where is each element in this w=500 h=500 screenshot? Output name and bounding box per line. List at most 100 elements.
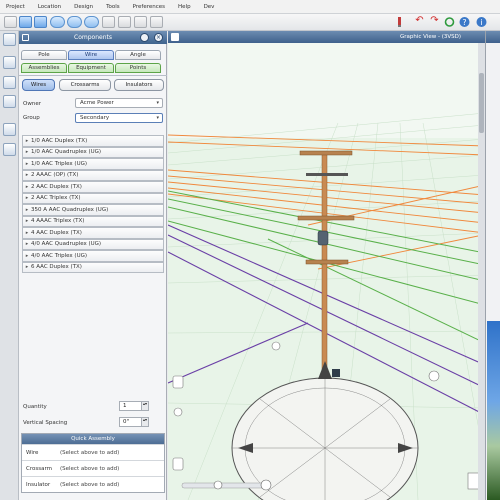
- list-item[interactable]: ▸ 4/0 AAC Triplex (UG): [22, 250, 164, 262]
- list-item[interactable]: ▸ 2 AAC Triplex (TX): [22, 192, 164, 204]
- list-item[interactable]: ▸ 350 A AAC Quadruplex (UG): [22, 204, 164, 216]
- expand-icon[interactable]: ▸: [23, 138, 31, 144]
- divider: [19, 75, 167, 76]
- close-panel-button[interactable]: ×: [154, 33, 163, 42]
- chevron-down-icon: ▾: [156, 100, 159, 106]
- new-file-icon[interactable]: [4, 16, 17, 28]
- svg-text:?: ?: [462, 18, 466, 27]
- layers-icon[interactable]: [118, 16, 131, 28]
- scene-3d[interactable]: [168, 43, 485, 500]
- expand-icon[interactable]: ▸: [23, 264, 31, 270]
- menu-project[interactable]: Project: [6, 4, 25, 10]
- marker-icon[interactable]: [396, 16, 404, 28]
- owner-value: Acme Power: [80, 100, 114, 106]
- menu-design[interactable]: Design: [74, 4, 93, 10]
- menu-preferences[interactable]: Preferences: [133, 4, 165, 10]
- expand-icon[interactable]: ▸: [23, 230, 31, 236]
- right-panel-header: [486, 31, 500, 43]
- quick-assembly-row[interactable]: Insulator (Select above to add): [22, 476, 164, 492]
- list-item[interactable]: ▸ 1/0 AAC Duplex (TX): [22, 135, 164, 147]
- components-panel-header: Components ×: [19, 31, 167, 44]
- list-item[interactable]: ▸ 2 AAC Duplex (TX): [22, 181, 164, 193]
- cloud-upload-icon[interactable]: [50, 16, 65, 28]
- measure-tool-icon[interactable]: [3, 123, 16, 136]
- tab-points[interactable]: Points: [115, 63, 161, 73]
- expand-icon[interactable]: ▸: [23, 172, 31, 178]
- quick-assembly-row[interactable]: Wire (Select above to add): [22, 444, 164, 460]
- undo-icon[interactable]: ↶: [413, 16, 426, 28]
- cloud-download-icon[interactable]: [67, 16, 82, 28]
- help-icon[interactable]: ?: [458, 16, 471, 28]
- menu-toggle-icon[interactable]: [3, 33, 16, 46]
- list-item[interactable]: ▸ 4 AAC Duplex (TX): [22, 227, 164, 239]
- tab-wire[interactable]: Wire: [68, 50, 114, 60]
- expand-icon[interactable]: ▸: [23, 241, 31, 247]
- quick-assembly-title: Quick Assembly: [22, 434, 164, 444]
- subtab-crossarms[interactable]: Crossarms: [59, 79, 111, 91]
- refresh-icon[interactable]: [443, 16, 456, 28]
- group-label: Group: [23, 115, 40, 121]
- redo-icon[interactable]: ↷: [428, 16, 441, 28]
- refresh-panel-icon[interactable]: [140, 33, 149, 42]
- view-menu-icon[interactable]: [171, 33, 179, 41]
- tab-angle[interactable]: Angle: [115, 50, 161, 60]
- quantity-stepper[interactable]: 1 ▴▾: [119, 401, 149, 411]
- site-photo[interactable]: [487, 321, 500, 500]
- edit-tool-icon[interactable]: [3, 95, 16, 108]
- right-side-panel: [485, 31, 500, 500]
- svg-text:i: i: [480, 18, 482, 27]
- open-folder-icon[interactable]: [19, 16, 32, 28]
- menu-dev[interactable]: Dev: [204, 4, 215, 10]
- settings-icon[interactable]: [150, 16, 163, 28]
- pin-icon[interactable]: [22, 34, 29, 41]
- menu-bar: Project Location Design Tools Preference…: [0, 0, 500, 14]
- expand-icon[interactable]: ▸: [23, 184, 31, 190]
- save-icon[interactable]: [34, 16, 47, 28]
- list-item[interactable]: ▸ 6 AAC Duplex (TX): [22, 261, 164, 273]
- owner-select[interactable]: Acme Power ▾: [75, 98, 163, 108]
- view-scrollbar-thumb[interactable]: [479, 73, 484, 133]
- list-item[interactable]: ▸ 1/0 AAC Triplex (UG): [22, 158, 164, 170]
- span-tool-icon[interactable]: [3, 76, 16, 89]
- graphic-view-title: Graphic View - (3VSD): [400, 34, 461, 40]
- expand-icon[interactable]: ▸: [23, 149, 31, 155]
- wire-list: ▸ 1/0 AAC Duplex (TX) ▸ 1/0 AAC Quadruplex…: [22, 135, 164, 273]
- quick-assembly-row[interactable]: Crossarm (Select above to add): [22, 460, 164, 476]
- subtab-insulators[interactable]: Insulators: [114, 79, 164, 91]
- graphic-view-canvas[interactable]: [168, 43, 485, 500]
- owner-label: Owner: [23, 101, 41, 107]
- expand-icon[interactable]: ▸: [23, 207, 31, 213]
- expand-icon[interactable]: ▸: [23, 161, 31, 167]
- report-icon[interactable]: [134, 16, 147, 28]
- menu-tools[interactable]: Tools: [106, 4, 120, 10]
- quick-assembly-panel: Quick Assembly Wire (Select above to add)…: [21, 433, 165, 493]
- tab-equipment[interactable]: Equipment: [68, 63, 114, 73]
- expand-icon[interactable]: ▸: [23, 253, 31, 259]
- cloud-sync-icon[interactable]: [84, 16, 99, 28]
- list-item[interactable]: ▸ 2 AAAC (OP) (TX): [22, 169, 164, 181]
- quantity-label: Quantity: [23, 404, 47, 410]
- vertical-spacing-label: Vertical Spacing: [23, 420, 68, 426]
- group-select[interactable]: Secondary ▾: [75, 113, 163, 123]
- tab-assemblies[interactable]: Assemblies: [21, 63, 67, 73]
- info-icon[interactable]: i: [475, 16, 488, 28]
- panel-title: Components: [74, 34, 112, 41]
- chevron-down-icon: ▾: [156, 115, 159, 121]
- components-panel: Components × Pole Wire Angle Assemblies …: [19, 31, 167, 500]
- list-item[interactable]: ▸ 1/0 AAC Quadruplex (UG): [22, 146, 164, 158]
- analysis-tool-icon[interactable]: [3, 143, 16, 156]
- expand-icon[interactable]: ▸: [23, 195, 31, 201]
- stepper-arrows-icon[interactable]: ▴▾: [141, 402, 148, 410]
- pole-tool-icon[interactable]: [3, 56, 16, 69]
- expand-icon[interactable]: ▸: [23, 218, 31, 224]
- group-value: Secondary: [80, 115, 110, 121]
- vertical-spacing-stepper[interactable]: 0" ▴▾: [119, 417, 149, 427]
- subtab-wires[interactable]: Wires: [22, 79, 55, 91]
- tab-pole[interactable]: Pole: [21, 50, 67, 60]
- list-item[interactable]: ▸ 4/0 AAC Quadruplex (UG): [22, 238, 164, 250]
- tool-icon[interactable]: [102, 16, 115, 28]
- menu-location[interactable]: Location: [38, 4, 61, 10]
- list-item[interactable]: ▸ 4 AAAC Triplex (TX): [22, 215, 164, 227]
- menu-help[interactable]: Help: [178, 4, 191, 10]
- stepper-arrows-icon[interactable]: ▴▾: [141, 418, 148, 426]
